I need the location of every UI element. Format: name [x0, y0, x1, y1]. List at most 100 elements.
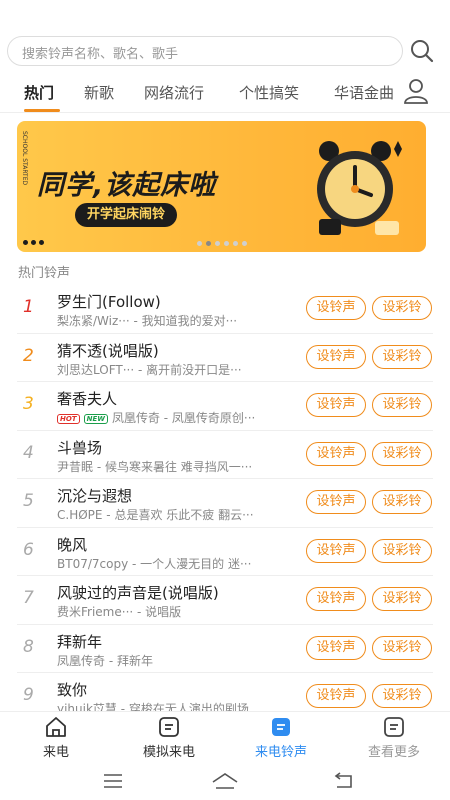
song-artist-lyric: C.HØPE - 总是喜欢 乐此不疲 翻云··· [57, 508, 254, 522]
carousel-dot[interactable] [215, 241, 220, 246]
list-item[interactable]: 5 沉沦与遐想 C.HØPE - 总是喜欢 乐此不疲 翻云··· 设铃声 设彩铃 [17, 479, 433, 528]
nav-label: 来电 [42, 745, 69, 760]
carousel-dot[interactable] [233, 241, 238, 246]
song-artist-lyric: 刘思达LOFT··· - 离开前没开口是··· [57, 362, 242, 377]
list-item[interactable]: 6 晚风 BT07/7copy - 一个人漫无目的 迷··· 设铃声 设彩铃 [17, 528, 433, 576]
tab-funny[interactable]: 个性搞笑 [239, 82, 299, 103]
carousel-dot[interactable] [206, 241, 211, 246]
home-icon [46, 717, 66, 737]
song-subtitle: HOT NEW 凤凰传奇 - 凤凰传奇原创··· [57, 409, 303, 426]
song-subtitle: C.HØPE - 总是喜欢 乐此不疲 翻云··· [57, 506, 303, 523]
nav-label: 查看更多 [367, 745, 420, 760]
set-ringtone-button[interactable]: 设铃声 [306, 344, 366, 369]
more-icon [384, 717, 404, 737]
search-placeholder: 搜索铃声名称、歌名、歌手 [22, 47, 179, 62]
rank-number: 2 [23, 345, 34, 366]
nav-item-simulated-call[interactable]: 模拟来电 [124, 716, 214, 760]
set-color-ring-button[interactable]: 设彩铃 [372, 296, 432, 320]
search-row: 搜索铃声名称、歌名、歌手 [0, 36, 450, 66]
song-artist-lyric: 尹昔眠 - 候鸟寒来暑往 难寻挡风一··· [57, 459, 253, 474]
set-ringtone-button[interactable]: 设铃声 [306, 635, 366, 660]
bottom-nav: 来电 模拟来电 来电铃声 查看更多 [0, 711, 450, 764]
set-ringtone-button[interactable]: 设铃声 [306, 441, 366, 466]
system-nav-bar [0, 764, 450, 800]
banner-subtitle: 开学起床闹铃 [75, 203, 178, 227]
nav-item-see-more[interactable]: 查看更多 [349, 716, 439, 760]
tab-hot[interactable]: 热门 [24, 82, 54, 103]
rank-number: 3 [23, 394, 34, 414]
rank-number: 1 [23, 297, 34, 317]
set-ringtone-button[interactable]: 设铃声 [306, 538, 366, 563]
new-badge: NEW [83, 414, 108, 424]
list-item[interactable]: 7 风驶过的声音是(说唱版) 费米Frieme··· - 说唱版 设铃声 设彩铃 [17, 576, 433, 625]
carousel-dot[interactable] [197, 241, 202, 246]
song-subtitle: 梨冻紧/Wiz··· - 我知道我的爱对··· [57, 312, 303, 329]
carousel-dot[interactable] [224, 241, 229, 246]
list-item[interactable]: 2 猜不透(说唱版) 刘思达LOFT··· - 离开前没开口是··· 设铃声 设彩铃 [17, 334, 433, 382]
search-input[interactable]: 搜索铃声名称、歌名、歌手 [7, 36, 403, 66]
alarm-clock-icon [317, 141, 402, 235]
set-color-ring-button[interactable]: 设彩铃 [372, 393, 432, 417]
song-subtitle: 尹昔眠 - 候鸟寒来暑往 难寻挡风一··· [57, 458, 303, 475]
promo-banner[interactable]: SCHOOL STARTED 同学,该起床啦 开学起床闹铃 [17, 121, 426, 252]
list-item[interactable]: 3 奢香夫人 HOT NEW 凤凰传奇 - 凤凰传奇原创··· 设铃声 设彩铃 [17, 382, 433, 431]
song-artist-lyric: 梨冻紧/Wiz··· - 我知道我的爱对··· [57, 314, 238, 328]
nav-item-incoming-call[interactable]: 来电 [11, 716, 101, 760]
song-title: 拜新年 [57, 632, 103, 651]
list-item[interactable]: 8 拜新年凤凰传奇 - 拜新年 设铃声 设彩铃 [17, 625, 433, 673]
set-color-ring-button[interactable]: 设彩铃 [372, 635, 432, 660]
rank-number: 8 [23, 636, 34, 657]
rank-number: 4 [23, 442, 34, 463]
song-title: 斗兽场 [57, 438, 103, 457]
category-tabs: 热门 新歌 网络流行 个性搞笑 华语金曲 [0, 76, 395, 112]
carousel-indicator [197, 241, 247, 246]
tab-network-popular[interactable]: 网络流行 [144, 82, 204, 103]
set-color-ring-button[interactable]: 设彩铃 [372, 684, 432, 708]
tab-chinese-classics[interactable]: 华语金曲 [334, 82, 394, 103]
song-artist-lyric: BT07/7copy - 一个人漫无目的 迷··· [57, 556, 252, 571]
song-title: 晚风 [57, 535, 88, 554]
nav-label: 来电铃声 [254, 745, 307, 760]
home-button-icon[interactable] [210, 770, 240, 792]
hot-badge: HOT [57, 414, 80, 424]
set-color-ring-button[interactable]: 设彩铃 [372, 490, 432, 514]
set-color-ring-button[interactable]: 设彩铃 [372, 587, 432, 611]
set-color-ring-button[interactable]: 设彩铃 [372, 344, 432, 369]
rank-number: 7 [23, 588, 34, 608]
ringtone-icon [272, 718, 290, 736]
song-subtitle: 费米Frieme··· - 说唱版 [57, 603, 303, 620]
search-icon[interactable] [409, 38, 435, 64]
set-ringtone-button[interactable]: 设铃声 [306, 393, 366, 417]
nav-item-ringtones[interactable]: 来电铃声 [236, 716, 326, 760]
song-title: 致你 [57, 681, 88, 699]
song-artist-lyric: 费米Frieme··· - 说唱版 [57, 605, 182, 619]
song-title: 猜不透(说唱版) [57, 341, 159, 360]
song-artist-lyric: 凤凰传奇 - 拜新年 [57, 653, 153, 668]
set-ringtone-button[interactable]: 设铃声 [306, 587, 366, 611]
banner-side-text: SCHOOL STARTED [21, 131, 28, 186]
ringtone-list: 1 罗生门(Follow) 梨冻紧/Wiz··· - 我知道我的爱对··· 设铃声 设彩… [17, 285, 433, 722]
set-ringtone-button[interactable]: 设铃声 [306, 296, 366, 320]
app-root: 搜索铃声名称、歌名、歌手 热门 新歌 网络流行 个性搞笑 华语金曲 SCHOOL… [0, 0, 450, 800]
set-color-ring-button[interactable]: 设彩铃 [372, 441, 432, 466]
back-icon[interactable] [331, 770, 355, 792]
set-ringtone-button[interactable]: 设铃声 [306, 490, 366, 514]
set-color-ring-button[interactable]: 设彩铃 [372, 538, 432, 563]
banner-title: 同学,该起床啦 [37, 170, 217, 201]
list-item[interactable]: 4 斗兽场尹昔眠 - 候鸟寒来暑往 难寻挡风一··· 设铃声 设彩铃 [17, 431, 433, 479]
message-icon [159, 717, 179, 737]
song-artist-lyric: 凤凰传奇 - 凤凰传奇原创··· [111, 411, 256, 425]
user-icon[interactable] [402, 78, 430, 104]
song-title: 奢香夫人 [57, 390, 118, 408]
song-subtitle: 凤凰传奇 - 拜新年 [57, 652, 303, 669]
tab-new[interactable]: 新歌 [84, 82, 114, 103]
song-subtitle: 刘思达LOFT··· - 离开前没开口是··· [57, 361, 303, 378]
menu-icon[interactable] [101, 770, 125, 792]
song-title: 风驶过的声音是(说唱版) [57, 584, 219, 602]
rank-number: 5 [23, 491, 34, 511]
tabs-divider [0, 112, 450, 113]
set-ringtone-button[interactable]: 设铃声 [306, 684, 366, 708]
rank-number: 6 [23, 539, 34, 560]
list-item[interactable]: 1 罗生门(Follow) 梨冻紧/Wiz··· - 我知道我的爱对··· 设铃声 设彩… [17, 285, 433, 334]
carousel-dot[interactable] [242, 241, 247, 246]
